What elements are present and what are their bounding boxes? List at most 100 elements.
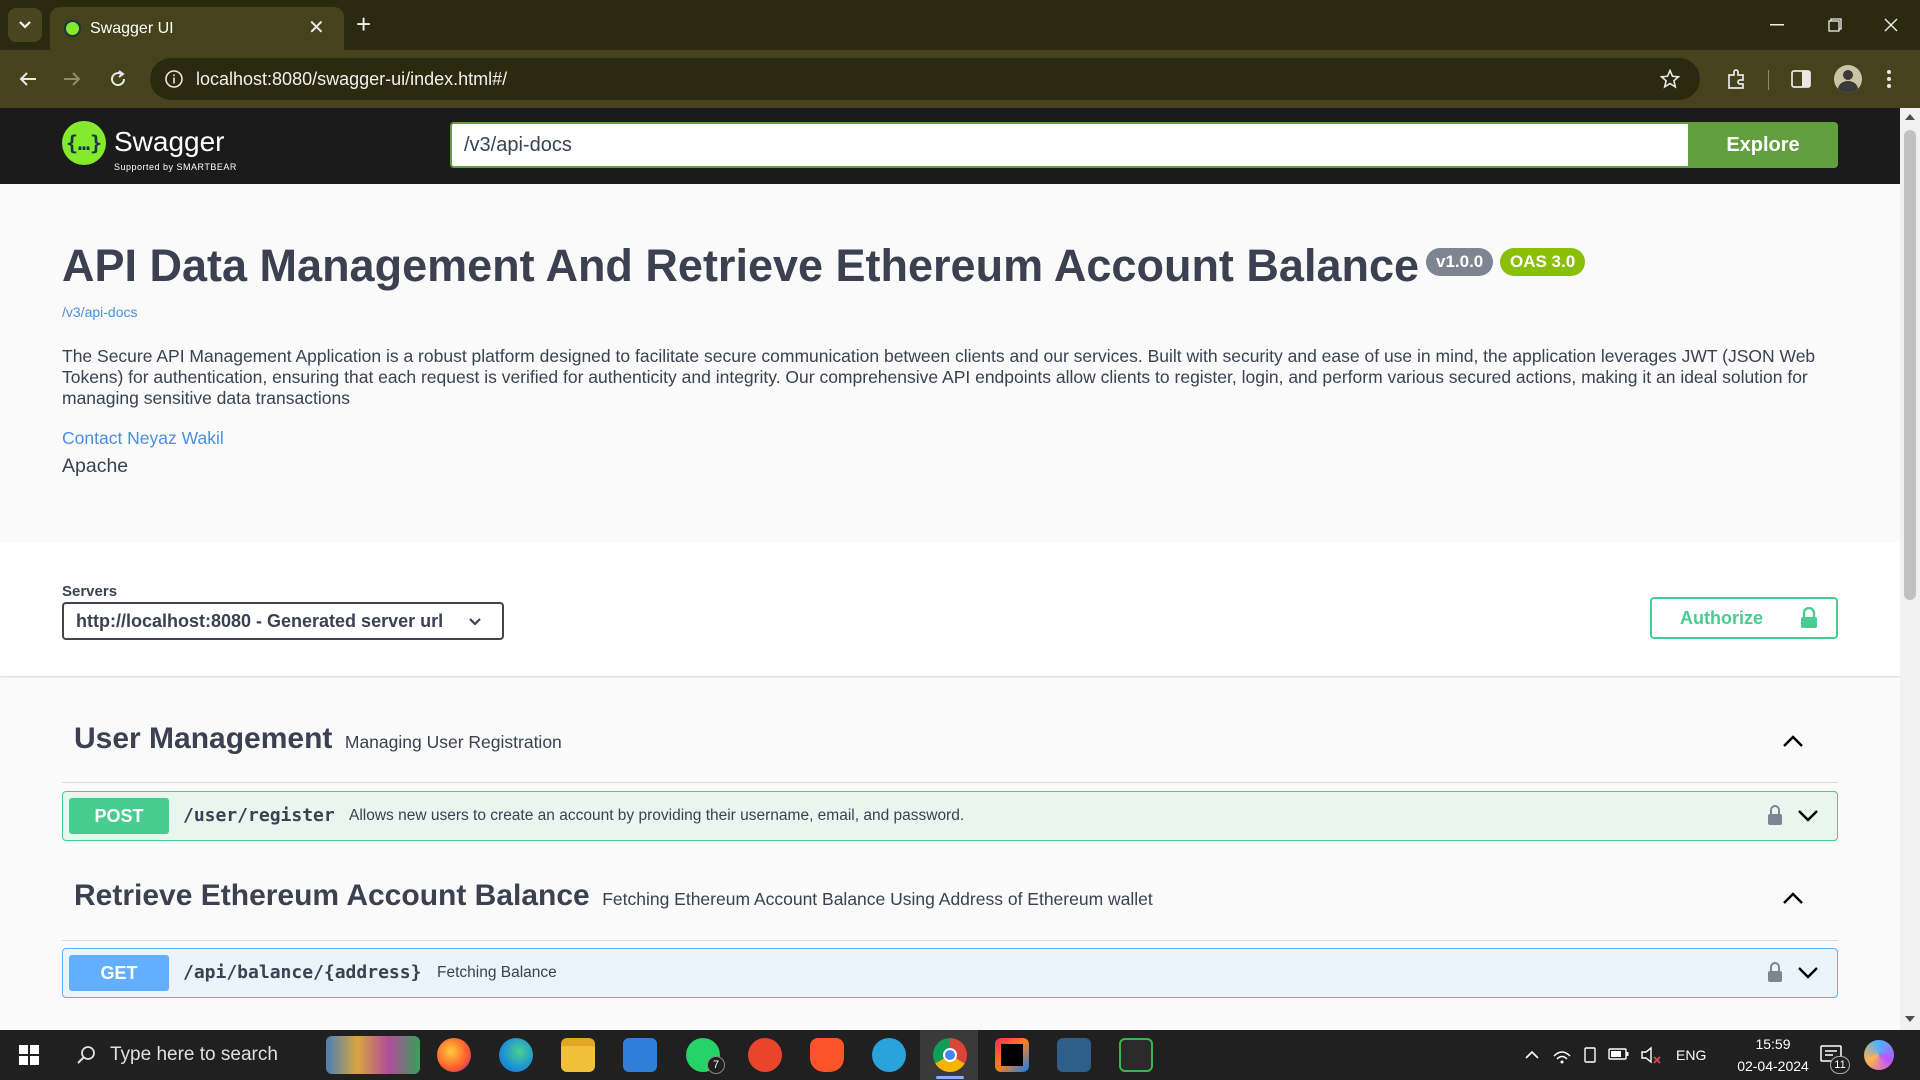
- explore-button[interactable]: Explore: [1688, 122, 1838, 168]
- swagger-logo-text: Swagger: [114, 126, 225, 157]
- chevron-down-icon[interactable]: [1797, 966, 1819, 980]
- wifi-icon[interactable]: [1552, 1046, 1572, 1064]
- notification-count-badge: 11: [1830, 1056, 1850, 1074]
- edge-icon[interactable]: [499, 1038, 533, 1072]
- chevron-up-icon[interactable]: [1524, 1050, 1540, 1060]
- bookmark-star-icon[interactable]: [1660, 69, 1680, 89]
- arrow-right-icon: [64, 72, 81, 86]
- page-scrollbar[interactable]: [1900, 108, 1920, 1030]
- method-badge: POST: [69, 798, 169, 834]
- swagger-logo-icon[interactable]: {…}: [62, 121, 106, 165]
- tag-user-management[interactable]: User Management Managing User Registrati…: [74, 722, 562, 756]
- extensions-puzzle-icon[interactable]: [1726, 68, 1748, 90]
- authorize-label: Authorize: [1680, 608, 1763, 628]
- device-icon[interactable]: [1582, 1046, 1598, 1064]
- browser-tab[interactable]: Swagger UI ✕: [50, 7, 344, 50]
- tag-retrieve-ethereum-balance[interactable]: Retrieve Ethereum Account Balance Fetchi…: [74, 879, 1153, 913]
- method-badge: GET: [69, 955, 169, 991]
- lock-icon: [1801, 607, 1817, 628]
- volume-muted-icon[interactable]: [1640, 1046, 1662, 1064]
- copilot-icon[interactable]: [1864, 1040, 1894, 1070]
- new-tab-button[interactable]: +: [356, 10, 371, 38]
- reload-button[interactable]: [98, 50, 138, 108]
- license-text: Apache: [62, 455, 129, 477]
- servers-label: Servers: [62, 583, 118, 600]
- firefox-icon[interactable]: [437, 1038, 471, 1072]
- scrollbar-thumb[interactable]: [1904, 130, 1916, 600]
- operation-summary: Fetching Balance: [437, 964, 557, 981]
- scroll-down-icon[interactable]: [1905, 1016, 1915, 1022]
- lock-icon[interactable]: [1767, 804, 1783, 826]
- opblock-get-api-balance[interactable]: GET /api/balance/{address} Fetching Bala…: [62, 948, 1838, 998]
- servers-select[interactable]: http://localhost:8080 - Generated server…: [62, 602, 504, 640]
- tab-title: Swagger UI: [90, 20, 174, 37]
- operation-summary: Allows new users to create an account by…: [349, 807, 965, 824]
- clock-date[interactable]: 02-04-2024: [1718, 1058, 1828, 1074]
- tag-description: Fetching Ethereum Account Balance Using …: [602, 889, 1153, 909]
- chevron-down-icon[interactable]: [1797, 809, 1819, 823]
- contact-link[interactable]: Contact Neyaz Wakil: [62, 428, 224, 449]
- brave-icon[interactable]: [810, 1038, 844, 1072]
- swagger-logo-subtitle: Supported by SMARTBEAR: [114, 162, 237, 172]
- git-tool-icon[interactable]: [1119, 1038, 1153, 1072]
- minimize-icon: [1770, 24, 1784, 26]
- battery-icon[interactable]: [1608, 1047, 1630, 1061]
- forward-button[interactable]: [52, 50, 92, 108]
- profile-avatar[interactable]: [1834, 65, 1862, 93]
- windows-start-icon[interactable]: [19, 1045, 39, 1065]
- tag-title: Retrieve Ethereum Account Balance: [74, 879, 590, 912]
- spec-link[interactable]: /v3/api-docs: [62, 304, 137, 320]
- site-info-icon[interactable]: [164, 69, 184, 89]
- mail-icon[interactable]: [623, 1038, 657, 1072]
- api-title: API Data Management And Retrieve Ethereu…: [62, 240, 1420, 291]
- chrome-icon[interactable]: [933, 1038, 967, 1072]
- api-description: The Secure API Management Application is…: [62, 346, 1816, 408]
- tag-divider: [62, 782, 1838, 783]
- browser-toolbar: localhost:8080/swagger-ui/index.html#/: [0, 50, 1920, 108]
- close-window-button[interactable]: [1862, 0, 1920, 50]
- lock-icon[interactable]: [1767, 961, 1783, 983]
- clock-time[interactable]: 15:59: [1740, 1036, 1806, 1052]
- toolbar-divider: [1768, 70, 1769, 90]
- url-text: localhost:8080/swagger-ui/index.html#/: [196, 69, 508, 89]
- chevron-down-icon: [469, 618, 481, 626]
- taskbar-search[interactable]: Type here to search: [62, 1030, 322, 1080]
- news-widget-icon[interactable]: [326, 1036, 420, 1074]
- opblock-post-user-register[interactable]: POST /user/register Allows new users to …: [62, 791, 1838, 841]
- version-badge: v1.0.0: [1426, 248, 1494, 276]
- swagger-favicon-icon: [64, 20, 81, 37]
- restore-button[interactable]: [1806, 0, 1864, 50]
- tab-search-button[interactable]: [8, 8, 42, 42]
- tag-title: User Management: [74, 722, 333, 755]
- restore-icon: [1828, 18, 1842, 32]
- language-indicator[interactable]: ENG: [1676, 1030, 1706, 1080]
- chevron-up-icon[interactable]: [1782, 891, 1804, 905]
- whatsapp-badge: 7: [707, 1056, 725, 1074]
- chevron-down-icon: [19, 21, 31, 29]
- minimize-button[interactable]: [1748, 0, 1806, 50]
- servers-section: Servers http://localhost:8080 - Generate…: [0, 542, 1900, 676]
- tag-description: Managing User Registration: [344, 732, 562, 752]
- wps-office-icon[interactable]: [748, 1038, 782, 1072]
- close-icon: [1884, 18, 1898, 32]
- file-explorer-icon[interactable]: [561, 1038, 595, 1072]
- authorize-button[interactable]: Authorize: [1650, 597, 1838, 639]
- servers-selected-value: http://localhost:8080 - Generated server…: [76, 611, 444, 631]
- active-app-indicator: [936, 1076, 964, 1079]
- tab-close-icon[interactable]: ✕: [308, 7, 325, 50]
- back-button[interactable]: [8, 50, 48, 108]
- spec-url-input[interactable]: [450, 122, 1688, 168]
- side-panel-icon[interactable]: [1790, 68, 1812, 90]
- tag-divider: [62, 940, 1838, 941]
- operation-path: /user/register: [183, 805, 335, 826]
- scroll-up-icon[interactable]: [1905, 114, 1915, 120]
- telegram-icon[interactable]: [872, 1038, 906, 1072]
- search-placeholder: Type here to search: [110, 1044, 278, 1065]
- address-bar[interactable]: localhost:8080/swagger-ui/index.html#/: [150, 58, 1700, 100]
- search-icon: [77, 1046, 95, 1064]
- mysql-workbench-icon[interactable]: [1057, 1038, 1091, 1072]
- chevron-up-icon[interactable]: [1782, 734, 1804, 748]
- more-menu-icon[interactable]: [1886, 69, 1892, 89]
- intellij-idea-icon[interactable]: [995, 1038, 1029, 1072]
- swagger-topbar: {…} Swagger Supported by SMARTBEAR Explo…: [0, 108, 1900, 184]
